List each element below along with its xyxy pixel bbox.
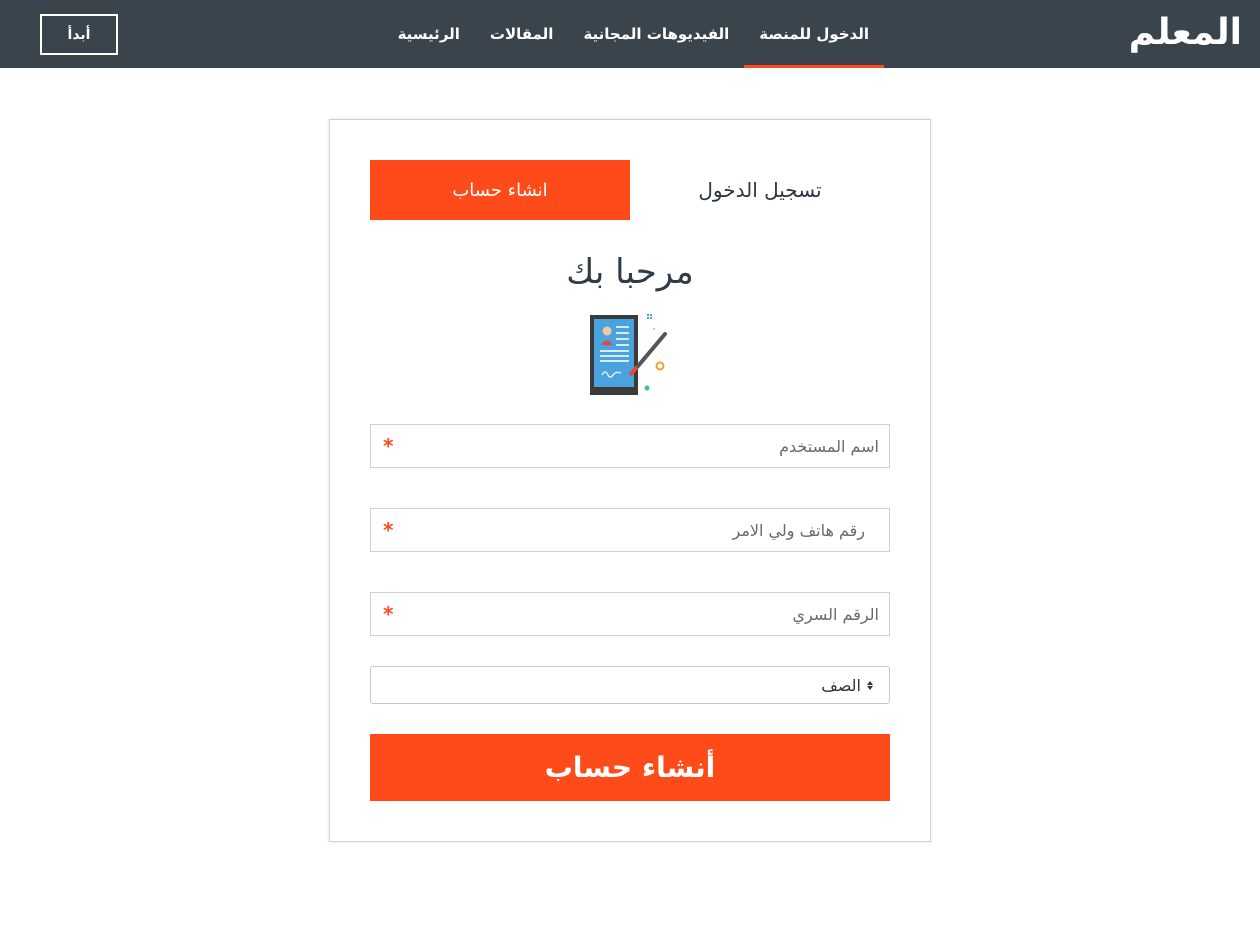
- username-field[interactable]: اسم المستخدم *: [370, 424, 890, 468]
- guardian-phone-field[interactable]: رقم هاتف ولي الامر *: [370, 508, 890, 552]
- create-account-button[interactable]: أنشاء حساب: [370, 734, 890, 801]
- grade-select-value: الصف: [821, 675, 861, 695]
- password-field[interactable]: الرقم السري *: [370, 592, 890, 636]
- top-navbar: المعلم الرئيسية المقالات الفيديوهات المج…: [0, 0, 1260, 68]
- registration-form-icon: [585, 312, 675, 397]
- welcome-heading: مرحبا بك: [566, 252, 694, 292]
- select-arrows-icon: [867, 680, 873, 690]
- brand-logo[interactable]: المعلم: [1129, 8, 1242, 58]
- nav-links: الرئيسية المقالات الفيديوهات المجانية ال…: [383, 0, 884, 68]
- auth-card: انشاء حساب تسجيل الدخول مرحبا بك اسم الم…: [329, 119, 931, 842]
- required-asterisk: *: [383, 434, 394, 458]
- nav-link-free-videos[interactable]: الفيديوهات المجانية: [568, 0, 744, 68]
- grade-select[interactable]: الصف: [370, 666, 890, 704]
- guardian-phone-placeholder: رقم هاتف ولي الامر: [732, 520, 865, 540]
- tab-login[interactable]: تسجيل الدخول: [630, 160, 890, 220]
- tab-signup[interactable]: انشاء حساب: [370, 160, 630, 220]
- nav-link-home[interactable]: الرئيسية: [383, 0, 475, 68]
- nav-link-platform-login[interactable]: الدخول للمنصة: [744, 0, 884, 68]
- start-button[interactable]: أبدأ: [40, 14, 118, 55]
- password-placeholder: الرقم السري: [792, 604, 879, 624]
- nav-link-articles[interactable]: المقالات: [475, 0, 569, 68]
- auth-tabs: انشاء حساب تسجيل الدخول: [370, 160, 890, 220]
- required-asterisk: *: [383, 602, 394, 626]
- required-asterisk: *: [383, 518, 394, 542]
- username-placeholder: اسم المستخدم: [779, 436, 879, 456]
